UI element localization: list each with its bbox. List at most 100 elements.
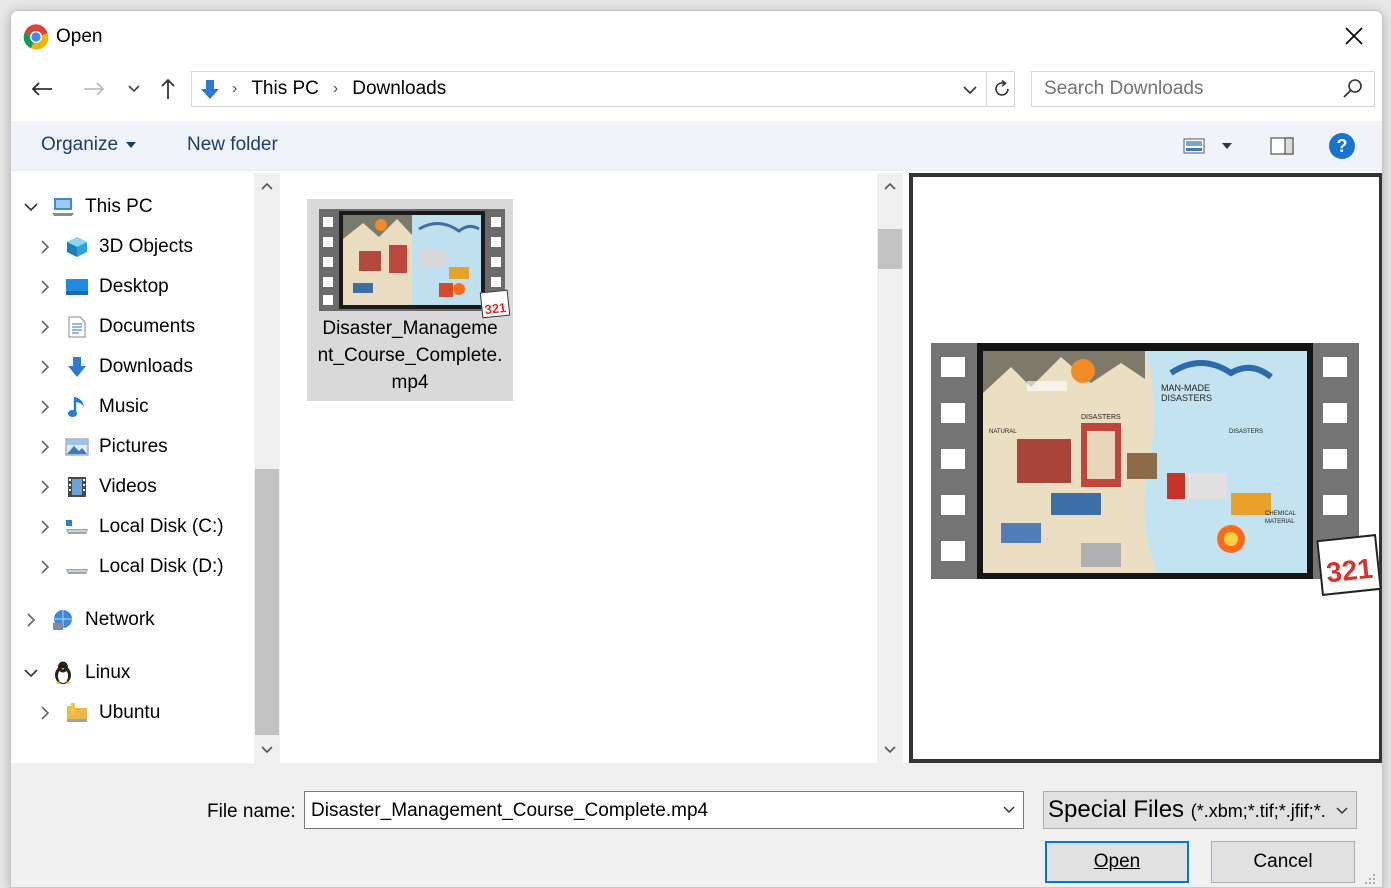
local-disk-c-icon xyxy=(65,516,89,538)
expand-chevron[interactable] xyxy=(21,197,41,217)
close-button[interactable] xyxy=(1326,11,1382,61)
expand-chevron[interactable] xyxy=(35,357,55,377)
close-icon xyxy=(1345,27,1363,45)
expand-chevron[interactable] xyxy=(35,317,55,337)
tree-item-label: This PC xyxy=(85,196,153,217)
preview-label: CHEMICAL xyxy=(1265,511,1297,517)
open-button[interactable]: Open xyxy=(1045,841,1189,883)
expand-chevron[interactable] xyxy=(21,663,41,683)
tree-item-documents[interactable]: Documents xyxy=(35,309,195,345)
search-box[interactable] xyxy=(1031,71,1375,107)
tree-item-label: Desktop xyxy=(99,276,169,297)
tree-item-videos[interactable]: Videos xyxy=(35,469,157,505)
resize-grip-icon[interactable] xyxy=(1364,873,1376,885)
tree-item-music[interactable]: Music xyxy=(35,389,149,425)
breadcrumb-this-pc[interactable]: This PC xyxy=(251,78,319,100)
cancel-button[interactable]: Cancel xyxy=(1211,841,1355,883)
file-name: Disaster_Manageme nt_Course_Complete. mp… xyxy=(307,315,513,396)
chevron-up-icon xyxy=(884,182,896,190)
chevron-right-icon xyxy=(40,706,49,720)
chevron-up-icon xyxy=(261,182,273,190)
tree-item-this-pc[interactable]: This PC xyxy=(21,189,153,225)
file-list-scrollbar[interactable] xyxy=(877,173,903,763)
view-button[interactable] xyxy=(1179,131,1209,161)
expand-chevron[interactable] xyxy=(35,437,55,457)
file-name-dropdown[interactable] xyxy=(999,800,1019,820)
tree-item-label: Network xyxy=(85,609,155,630)
refresh-icon xyxy=(994,79,1009,96)
recent-locations-button[interactable] xyxy=(119,74,149,104)
new-folder-button[interactable]: New folder xyxy=(187,134,278,156)
tree-item-linux[interactable]: Linux xyxy=(21,655,130,691)
scrollbar-thumb[interactable] xyxy=(878,229,902,269)
chevron-right-icon xyxy=(40,320,49,334)
chevron-right-icon xyxy=(40,400,49,414)
expand-chevron[interactable] xyxy=(35,277,55,297)
preview-pane-toggle[interactable] xyxy=(1267,131,1297,161)
forward-button[interactable] xyxy=(79,74,109,104)
up-button[interactable] xyxy=(153,74,183,104)
scroll-down-button[interactable] xyxy=(877,737,903,763)
scroll-up-button[interactable] xyxy=(254,173,280,199)
chevron-down-icon xyxy=(963,85,977,94)
file-item[interactable]: 321 Disaster_Manageme nt_Course_Complete… xyxy=(307,199,513,401)
help-icon: ? xyxy=(1329,133,1355,159)
file-list: 321 Disaster_Manageme nt_Course_Complete… xyxy=(283,173,879,763)
file-type-dropdown[interactable] xyxy=(1332,801,1352,821)
file-name-line: mp4 xyxy=(391,372,429,393)
tree-item-pictures[interactable]: Pictures xyxy=(35,429,168,465)
chevron-right-icon xyxy=(40,480,49,494)
file-name-field[interactable] xyxy=(311,800,991,822)
expand-chevron[interactable] xyxy=(35,477,55,497)
organize-label: Organize xyxy=(41,134,119,155)
downloads-icon xyxy=(201,80,219,99)
search-input[interactable] xyxy=(1044,78,1324,100)
view-options-icon xyxy=(1183,138,1205,154)
scroll-up-button[interactable] xyxy=(877,173,903,199)
file-name-combobox[interactable] xyxy=(304,791,1024,829)
documents-icon xyxy=(65,316,89,338)
tree-item-label: Ubuntu xyxy=(99,702,161,723)
open-file-dialog: Open › This PC › Downloads Search Downlo… xyxy=(10,10,1383,888)
view-dropdown[interactable] xyxy=(1213,131,1241,161)
back-button[interactable] xyxy=(27,74,57,104)
tree-item-desktop[interactable]: Desktop xyxy=(35,269,169,305)
arrow-right-icon xyxy=(84,82,105,96)
tree-item-label: Downloads xyxy=(99,356,193,377)
file-type-select[interactable]: Special Files (*.xbm;*.tif;*.jfif;*. xyxy=(1043,791,1357,829)
address-history-dropdown[interactable] xyxy=(956,76,984,104)
chevron-down-icon xyxy=(1336,807,1348,815)
scrollbar-thumb[interactable] xyxy=(255,469,279,735)
expand-chevron[interactable] xyxy=(35,517,55,537)
search-icon xyxy=(1343,79,1362,98)
expand-chevron[interactable] xyxy=(21,610,41,630)
scroll-down-button[interactable] xyxy=(254,737,280,763)
tree-item-3d-objects[interactable]: 3D Objects xyxy=(35,229,193,265)
file-type-value: Special Files (*.xbm;*.tif;*.jfif;*. xyxy=(1048,796,1326,824)
breadcrumb-downloads[interactable]: Downloads xyxy=(352,78,446,100)
chevron-down-icon xyxy=(1003,806,1015,814)
navigation-pane-scrollbar[interactable] xyxy=(254,173,280,763)
file-name-line: nt_Course_Complete. xyxy=(317,345,503,366)
chevron-right-icon xyxy=(40,560,49,574)
breadcrumb: › This PC › Downloads xyxy=(232,78,446,100)
expand-chevron[interactable] xyxy=(35,397,55,417)
command-toolbar: Organize New folder ? xyxy=(11,121,1382,171)
organize-menu[interactable]: Organize xyxy=(41,134,137,156)
tree-item-local-disk-c[interactable]: Local Disk (C:) xyxy=(35,509,224,545)
help-button[interactable]: ? xyxy=(1327,131,1357,161)
expand-chevron[interactable] xyxy=(35,557,55,577)
video-thumbnail: 321 xyxy=(319,209,511,319)
network-icon xyxy=(51,609,75,631)
chrome-icon xyxy=(23,24,49,50)
tree-item-network[interactable]: Network xyxy=(21,602,155,638)
tree-item-ubuntu[interactable]: Ubuntu xyxy=(35,695,160,731)
tree-item-downloads[interactable]: Downloads xyxy=(35,349,193,385)
tree-item-label: Videos xyxy=(99,476,157,497)
expand-chevron[interactable] xyxy=(35,703,55,723)
refresh-button[interactable] xyxy=(986,72,1016,106)
expand-chevron[interactable] xyxy=(35,237,55,257)
address-bar[interactable]: › This PC › Downloads xyxy=(191,71,1015,107)
tree-item-local-disk-d[interactable]: Local Disk (D:) xyxy=(35,549,224,585)
file-type-main: Special Files xyxy=(1048,796,1185,823)
